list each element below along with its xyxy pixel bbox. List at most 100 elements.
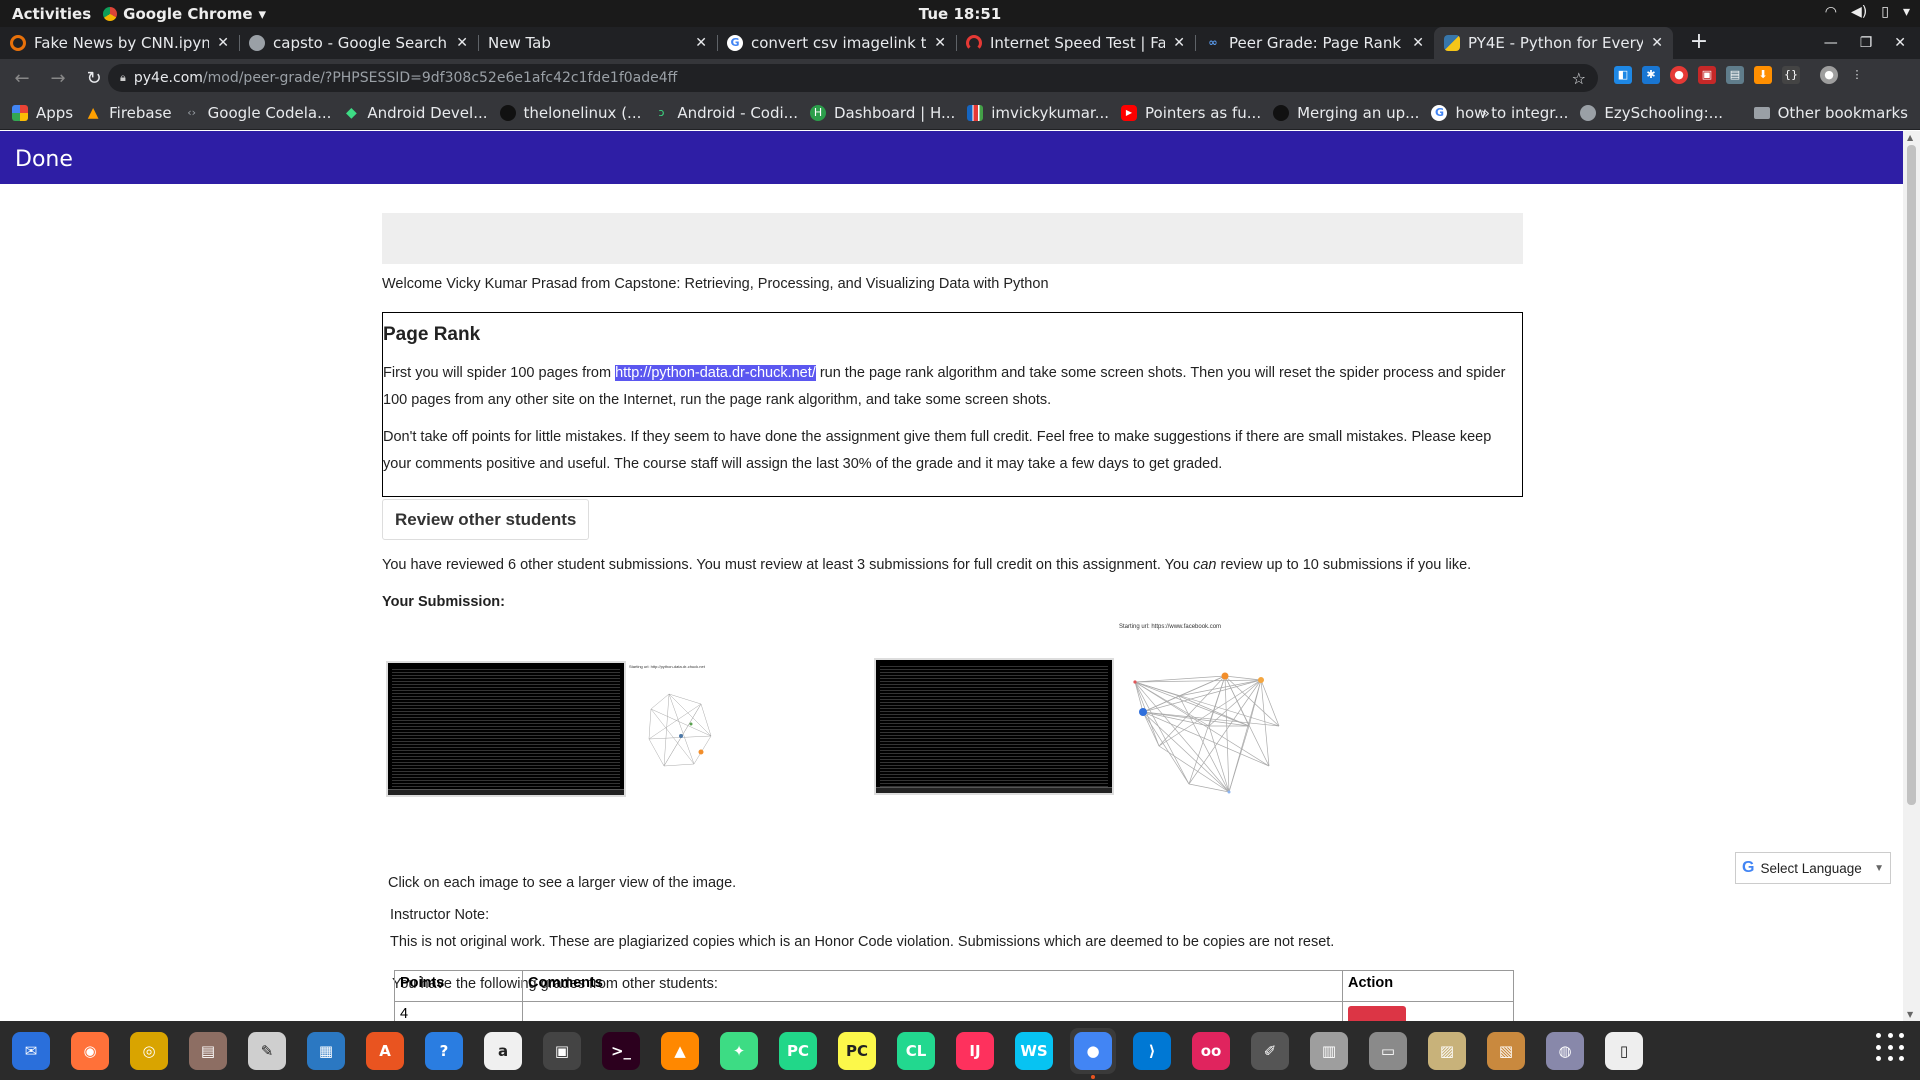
review-status-text: You have reviewed 6 other student submis… (382, 557, 1194, 573)
code-icon: ‹› (187, 106, 197, 119)
lock-icon[interactable]: 🔒︎ (120, 71, 126, 85)
bookmark-item[interactable]: ▲ Firebase (85, 104, 172, 122)
scroll-down-icon[interactable]: ▼ (1907, 1010, 1913, 1019)
new-tab-button[interactable]: + (1685, 29, 1713, 57)
document-viewer-icon[interactable]: ▦ (303, 1028, 349, 1074)
tab[interactable]: Internet Speed Test | Fast. ✕ (956, 27, 1195, 59)
tab[interactable]: Fake News by CNN.ipynb - ✕ (0, 27, 239, 59)
clock[interactable]: Tue 18:51 (0, 5, 1920, 23)
text-editor-icon[interactable]: ✎ (244, 1028, 290, 1074)
blank-document-icon[interactable]: ▯ (1601, 1028, 1647, 1074)
spider-url-link[interactable]: http://python-data.dr-chuck.net/ (615, 365, 816, 381)
clion-icon[interactable]: CL (893, 1028, 939, 1074)
close-window-icon[interactable]: ✕ (1894, 35, 1906, 51)
pycharm-ce-icon[interactable]: PC (775, 1028, 821, 1074)
close-tab-icon[interactable]: ✕ (456, 35, 468, 51)
bookmark-apps[interactable]: Apps (12, 104, 73, 122)
intellij-icon[interactable]: IJ (952, 1028, 998, 1074)
printer-icon[interactable]: ▥ (1306, 1028, 1352, 1074)
bookmark-item[interactable]: EzySchooling:... (1580, 104, 1723, 122)
address-bar[interactable]: 🔒︎ py4e.com/mod/peer-grade/?PHPSESSID=9d… (108, 64, 1598, 92)
bookmark-item[interactable]: ↄ Android - Codi... (653, 104, 798, 122)
scrollbar-thumb[interactable] (1907, 145, 1916, 805)
back-arrow-icon[interactable]: ← (8, 68, 36, 89)
archive-manager-icon[interactable]: ▧ (1483, 1028, 1529, 1074)
terminal-screenshot-1[interactable] (386, 661, 626, 797)
review-other-students-button[interactable]: Review other students (382, 499, 590, 540)
activities-button[interactable]: Activities (0, 5, 103, 23)
done-link[interactable]: Done (15, 147, 73, 172)
vlc-icon[interactable]: ▲ (657, 1028, 703, 1074)
screenshot-icon[interactable]: ◍ (1542, 1028, 1588, 1074)
terminal-screenshot-2[interactable] (874, 658, 1114, 795)
close-tab-icon[interactable]: ✕ (217, 35, 229, 51)
chrome-menu-icon[interactable]: ⋮ (1848, 66, 1866, 84)
minimize-icon[interactable]: — (1824, 35, 1838, 51)
chrome-icon[interactable]: ● (1070, 1027, 1116, 1079)
system-tray[interactable]: ◠ ◀) ▯ ▾ (1825, 4, 1910, 20)
more-bookmarks-chevron-icon[interactable]: » (1481, 104, 1490, 122)
page-scrollbar[interactable]: ▲ ▼ (1903, 131, 1920, 1021)
extension-icon[interactable]: ✱ (1642, 66, 1660, 84)
bookmark-item[interactable]: ◆ Android Devel... (343, 104, 488, 122)
show-applications-icon[interactable] (1876, 1033, 1906, 1063)
android-studio-icon[interactable]: ✦ (716, 1028, 762, 1074)
video-editor-icon[interactable]: ▣ (539, 1028, 585, 1074)
bookmark-star-icon[interactable]: ☆ (1572, 69, 1586, 88)
ooo-icon[interactable]: oo (1188, 1028, 1234, 1074)
extension-icon[interactable]: ▣ (1698, 66, 1716, 84)
bookmark-item[interactable]: ▶ Pointers as fu... (1121, 104, 1261, 122)
restore-icon[interactable]: ❐ (1860, 35, 1873, 51)
close-tab-icon[interactable]: ✕ (695, 35, 707, 51)
terminal-icon[interactable]: >_ (598, 1028, 644, 1074)
close-tab-icon[interactable]: ✕ (1651, 35, 1663, 51)
pycharm-pro-icon[interactable]: PC (834, 1028, 880, 1074)
dock-glyph: ▯ (1605, 1031, 1643, 1070)
action-cell (1342, 1001, 1514, 1021)
pagerank-graph-screenshot-1[interactable]: Starting url: http://python-data.dr-chuc… (629, 664, 729, 789)
extension-icon[interactable]: ◧ (1614, 66, 1632, 84)
review-status-emphasis: can (1193, 557, 1217, 573)
bookmark-item[interactable]: Merging an up... (1273, 104, 1419, 122)
files-icon[interactable]: ▤ (185, 1028, 231, 1074)
extension-icon[interactable]: ● (1670, 66, 1688, 84)
webstorm-icon[interactable]: WS (1011, 1028, 1057, 1074)
color-picker-icon[interactable]: ✐ (1247, 1028, 1293, 1074)
extension-icon[interactable]: {} (1782, 66, 1800, 84)
bookmark-label: Firebase (109, 104, 172, 122)
tab[interactable]: G convert csv imagelink to b ✕ (717, 27, 956, 59)
forward-arrow-icon[interactable]: → (44, 68, 72, 89)
close-tab-icon[interactable]: ✕ (934, 35, 946, 51)
bookmark-item[interactable]: Ghow to integr... (1431, 104, 1568, 122)
firefox-icon[interactable]: ◉ (67, 1028, 113, 1074)
tab-title: convert csv imagelink to b (751, 34, 927, 52)
bookmark-item[interactable]: thelonelinux (... (499, 104, 641, 122)
tab-active[interactable]: PY4E - Python for Everybo ✕ (1434, 27, 1673, 59)
vscode-icon[interactable]: ⟩ (1129, 1028, 1175, 1074)
select-language-widget[interactable]: G Select Language ▼ (1735, 852, 1891, 884)
scanner-icon[interactable]: ▭ (1365, 1028, 1411, 1074)
pagerank-graph-screenshot-2[interactable] (1129, 666, 1289, 816)
close-tab-icon[interactable]: ✕ (1412, 35, 1424, 51)
tab[interactable]: New Tab ✕ (478, 27, 717, 59)
rhythmbox-icon[interactable]: ◎ (126, 1028, 172, 1074)
extension-icon[interactable]: ⬇ (1754, 66, 1772, 84)
bookmark-item[interactable]: imvickykumar... (967, 104, 1109, 122)
thunderbird-icon[interactable]: ✉ (8, 1028, 54, 1074)
extension-icon[interactable]: ▤ (1726, 66, 1744, 84)
tab[interactable]: capsto - Google Search ✕ (239, 27, 478, 59)
scroll-up-icon[interactable]: ▲ (1907, 133, 1913, 142)
bookmark-item[interactable]: ‹› Google Codela... (184, 104, 331, 122)
image-viewer-icon[interactable]: ▨ (1424, 1028, 1470, 1074)
reload-icon[interactable]: ↻ (80, 68, 108, 89)
tab[interactable]: ∞ Peer Grade: Page Rank | C ✕ (1195, 27, 1434, 59)
app-menu[interactable]: Google Chrome ▾ (103, 5, 266, 23)
action-button[interactable] (1348, 1006, 1406, 1021)
other-bookmarks[interactable]: Other bookmarks (1753, 104, 1908, 122)
software-center-icon[interactable]: A (362, 1028, 408, 1074)
amazon-icon[interactable]: a (480, 1028, 526, 1074)
close-tab-icon[interactable]: ✕ (1173, 35, 1185, 51)
help-icon[interactable]: ? (421, 1028, 467, 1074)
profile-avatar[interactable]: ● (1820, 66, 1838, 84)
bookmark-item[interactable]: H Dashboard | H... (809, 104, 955, 122)
